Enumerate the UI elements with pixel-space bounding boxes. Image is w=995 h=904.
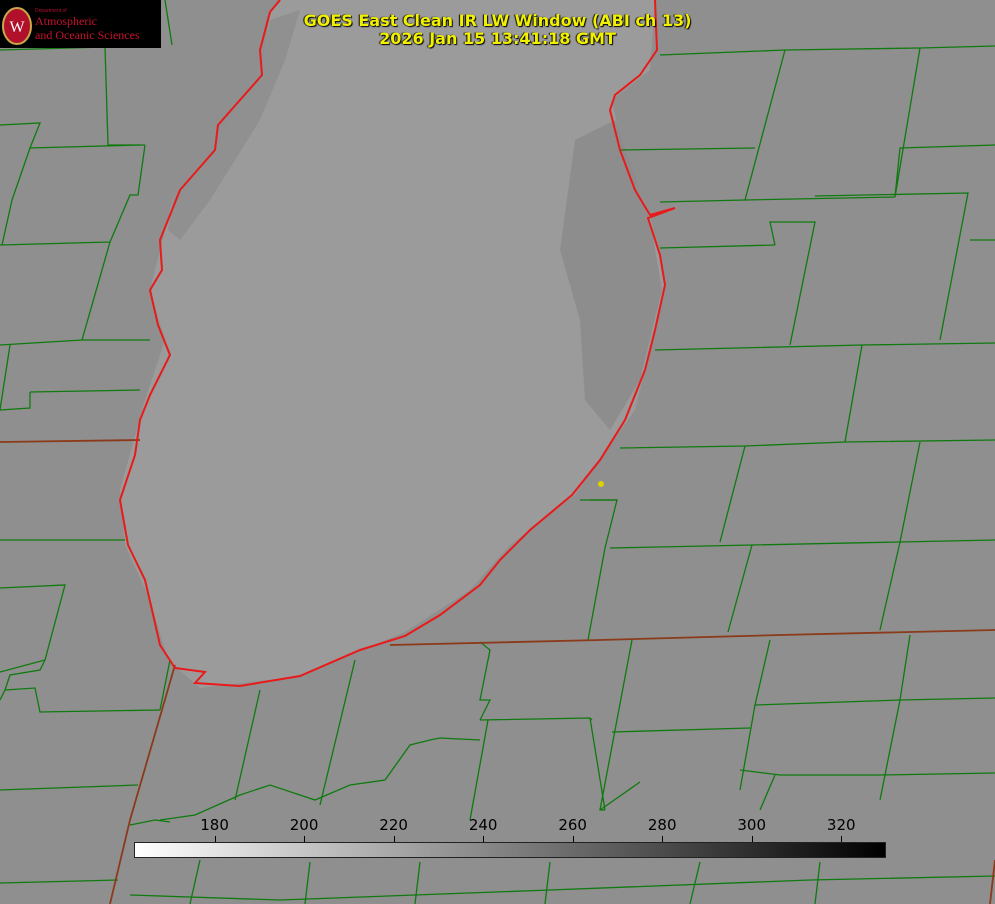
colorbar-tick-label: 180 — [200, 816, 229, 834]
colorbar-tick-mark — [572, 836, 574, 842]
colorbar-tick-mark — [751, 836, 753, 842]
colorbar-tick-label: 300 — [737, 816, 767, 834]
image-timestamp: 2026 Jan 15 13:41:18 GMT — [379, 29, 616, 48]
colorbar-tick-label: 240 — [468, 816, 498, 834]
colorbar-tick-mark — [662, 836, 664, 842]
colorbar-tick-mark — [483, 836, 485, 842]
colorbar-tick-mark — [841, 836, 843, 842]
image-title: GOES East Clean IR LW Window (ABI ch 13) — [303, 11, 692, 30]
colorbar-tick-label: 220 — [379, 816, 408, 834]
colorbar-tick-mark — [304, 836, 306, 842]
colorbar-tick-label: 320 — [826, 816, 856, 834]
satellite-map — [0, 0, 995, 904]
colorbar-tick-mark — [214, 836, 216, 842]
colorbar-tick-mark — [393, 836, 395, 842]
colorbar-tick-label: 200 — [289, 816, 319, 834]
location-marker — [598, 481, 604, 487]
colorbar-tick-label: 280 — [647, 816, 677, 834]
colorbar-tick-label: 260 — [558, 816, 587, 834]
colorbar — [134, 842, 886, 858]
